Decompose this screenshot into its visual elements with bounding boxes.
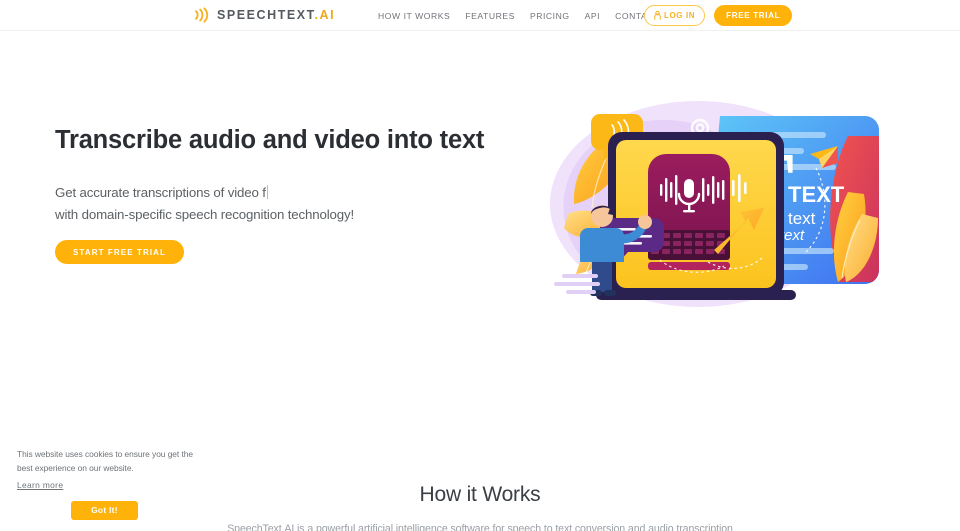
speech-to-text-illustration: T TEXT text text text bbox=[548, 96, 898, 311]
laptop bbox=[596, 132, 796, 300]
illustration-text-regular: text bbox=[788, 209, 816, 228]
typing-caret bbox=[266, 185, 268, 200]
auth-actions: LOG IN FREE TRIAL bbox=[644, 5, 793, 26]
hero-subtitle-line-1: Get accurate transcriptions of video f bbox=[55, 182, 525, 204]
page-title: Transcribe audio and video into text bbox=[55, 126, 485, 154]
cookie-message: This website uses cookies to ensure you … bbox=[17, 449, 193, 473]
free-trial-button[interactable]: FREE TRIAL bbox=[714, 5, 793, 26]
cookie-actions: Got It! bbox=[17, 500, 198, 520]
nav-pricing[interactable]: PRICING bbox=[530, 11, 570, 21]
hero-subtitle-typed-text: Get accurate transcriptions of video f bbox=[55, 185, 266, 201]
hero-subtitle-line-2: with domain-specific speech recognition … bbox=[55, 206, 355, 222]
user-lock-icon bbox=[654, 11, 661, 20]
cookie-accept-button[interactable]: Got It! bbox=[71, 500, 138, 520]
decorative-lines-bottom bbox=[554, 274, 600, 294]
landing-page: SPEECHTEXT.AI HOW IT WORKS FEATURES PRIC… bbox=[0, 0, 960, 531]
site-header: SPEECHTEXT.AI HOW IT WORKS FEATURES PRIC… bbox=[0, 0, 960, 31]
logo[interactable]: SPEECHTEXT.AI bbox=[193, 6, 335, 24]
hero-subtitle: Get accurate transcriptions of video f w… bbox=[55, 182, 525, 225]
nav-api[interactable]: API bbox=[585, 11, 601, 21]
login-button[interactable]: LOG IN bbox=[644, 5, 706, 26]
logo-suffix: .AI bbox=[314, 8, 336, 22]
logo-text: SPEECHTEXT.AI bbox=[217, 6, 335, 24]
cookie-consent-banner: This website uses cookies to ensure you … bbox=[0, 440, 208, 530]
start-free-trial-button[interactable]: START FREE TRIAL bbox=[55, 240, 185, 264]
cookie-learn-more-link[interactable]: Learn more bbox=[17, 480, 63, 490]
soundwave-icon bbox=[195, 7, 209, 23]
illustration-text-caps: TEXT bbox=[788, 182, 845, 207]
logo-name: SPEECHTEXT bbox=[217, 8, 315, 22]
main-nav: HOW IT WORKS FEATURES PRICING API CONTAC… bbox=[378, 0, 676, 31]
login-label: LOG IN bbox=[664, 11, 696, 20]
nav-features[interactable]: FEATURES bbox=[465, 11, 515, 21]
nav-how-it-works[interactable]: HOW IT WORKS bbox=[378, 11, 450, 21]
hero-copy: Transcribe audio and video into text Get… bbox=[55, 126, 525, 226]
